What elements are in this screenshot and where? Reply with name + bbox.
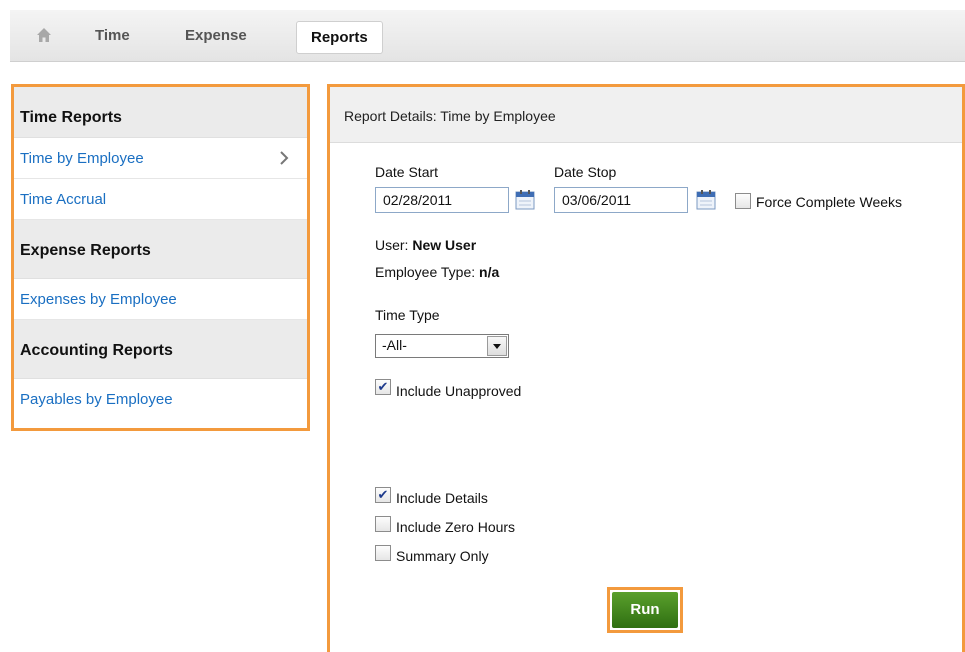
employee-type-info: Employee Type: n/a: [375, 264, 499, 280]
sidebar-item-expenses-by-employee[interactable]: Expenses by Employee: [14, 279, 307, 320]
summary-only-checkbox[interactable]: [375, 545, 391, 561]
time-type-selected: -All-: [382, 337, 407, 353]
date-stop-input[interactable]: [554, 187, 688, 213]
run-button-highlight: Run: [607, 587, 683, 633]
employee-type-value: n/a: [479, 264, 500, 280]
calendar-icon[interactable]: [514, 189, 536, 211]
sidebar-item-time-by-employee[interactable]: Time by Employee: [14, 138, 307, 179]
sidebar-item-payables-by-employee[interactable]: Payables by Employee: [14, 379, 307, 420]
top-nav: Time Expense Reports: [10, 10, 965, 62]
include-details-checkbox[interactable]: ✔: [375, 487, 391, 503]
sidebar-heading-expense-reports: Expense Reports: [14, 220, 307, 279]
chevron-right-icon: [280, 151, 289, 165]
sidebar-heading-time-reports: Time Reports: [14, 87, 307, 138]
nav-tab-reports[interactable]: Reports: [296, 21, 383, 54]
include-details-label: Include Details: [396, 490, 488, 506]
nav-tab-time[interactable]: Time: [95, 24, 130, 48]
date-stop-label: Date Stop: [554, 164, 617, 180]
sidebar-item-label: Time Accrual: [20, 191, 107, 208]
date-start-label: Date Start: [375, 164, 439, 180]
date-start-input[interactable]: [375, 187, 509, 213]
employee-type-label: Employee Type:: [375, 264, 476, 280]
sidebar-item-time-accrual[interactable]: Time Accrual: [14, 179, 307, 220]
dropdown-arrow-icon[interactable]: [487, 336, 507, 356]
run-button[interactable]: Run: [612, 592, 678, 628]
calendar-icon[interactable]: [695, 189, 717, 211]
include-unapproved-label: Include Unapproved: [396, 383, 522, 399]
time-type-select[interactable]: -All-: [375, 334, 509, 358]
force-complete-weeks-checkbox[interactable]: [735, 193, 751, 209]
chevron-down-icon: [493, 344, 501, 349]
user-info: User: New User: [375, 237, 476, 253]
include-unapproved-checkbox[interactable]: ✔: [375, 379, 391, 395]
user-label: User:: [375, 237, 409, 253]
nav-tab-expense[interactable]: Expense: [185, 24, 247, 48]
summary-only-label: Summary Only: [396, 548, 489, 564]
user-value: New User: [412, 237, 477, 253]
report-details-panel: Report Details: Time by Employee Date St…: [327, 84, 965, 652]
sidebar-item-label: Time by Employee: [20, 150, 144, 167]
force-complete-weeks-label: Force Complete Weeks: [756, 194, 903, 210]
time-type-label: Time Type: [375, 307, 440, 323]
include-zero-hours-label: Include Zero Hours: [396, 519, 516, 535]
home-icon[interactable]: [36, 27, 52, 43]
include-zero-hours-checkbox[interactable]: [375, 516, 391, 532]
sidebar-item-label: Expenses by Employee: [20, 291, 177, 308]
sidebar-heading-accounting-reports: Accounting Reports: [14, 320, 307, 379]
panel-title: Report Details: Time by Employee: [330, 87, 962, 143]
reports-sidebar: Time Reports Time by Employee Time Accru…: [11, 84, 310, 431]
sidebar-item-label: Payables by Employee: [20, 391, 173, 408]
